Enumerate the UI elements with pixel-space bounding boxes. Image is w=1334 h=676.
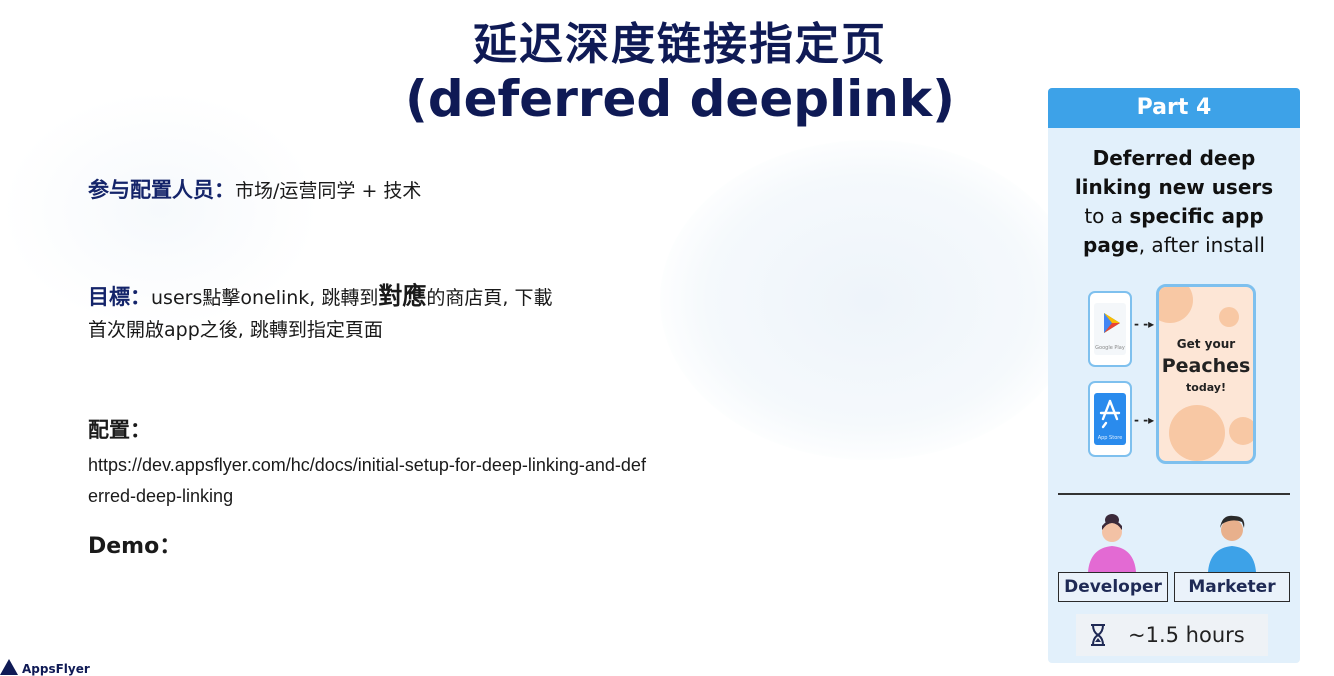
info-card: Part 4 Deferred deep linking new users t… <box>1048 88 1300 663</box>
app-store-icon: App Store <box>1088 381 1132 457</box>
participants-value: 市场/运营同学 + 技术 <box>235 180 422 202</box>
peach-icon <box>1169 405 1225 461</box>
goal-block: 目標：users點擊onelink, 跳轉到對應的商店頁, 下載 首次開啟app… <box>88 280 668 346</box>
phone-text-line3: today! <box>1186 381 1226 394</box>
goal-line1-emph: 對應 <box>378 282 427 310</box>
desc-plain1: to a <box>1084 204 1130 228</box>
demo-label: Demo： <box>88 534 182 559</box>
participants-row: 参与配置人员：市场/运营同学 + 技术 <box>88 174 421 204</box>
arrow-icon: - -▸ <box>1134 317 1155 331</box>
developer-avatar <box>1088 514 1136 572</box>
time-estimate: ~1.5 hours <box>1076 614 1268 656</box>
desc-bold4: page <box>1083 233 1139 257</box>
goal-line2: 首次開啟app之後, 跳轉到指定頁面 <box>88 319 383 341</box>
slide-title: 延迟深度链接指定页 <box>473 19 887 70</box>
background-blob <box>660 140 1080 460</box>
card-part-header: Part 4 <box>1048 88 1300 128</box>
desc-bold1: Deferred deep <box>1092 146 1256 170</box>
google-play-icon: Google Play <box>1088 291 1132 367</box>
appsflyer-logo-icon <box>0 659 18 675</box>
arrow-icon: - -▸ <box>1134 413 1155 427</box>
footer-logo-text: AppsFlyer <box>22 662 90 676</box>
participants-label: 参与配置人员： <box>88 178 235 202</box>
developer-label: Developer <box>1058 572 1168 602</box>
card-divider <box>1058 493 1290 495</box>
marketer-label: Marketer <box>1174 572 1290 602</box>
phone-mockup: Get your Peaches today! <box>1156 284 1256 464</box>
peach-icon <box>1159 287 1193 323</box>
app-store-label: App Store <box>1097 435 1123 441</box>
peach-icon <box>1229 417 1253 445</box>
phone-text-line1: Get your <box>1176 337 1236 351</box>
slide-subtitle: (deferred deeplink) <box>404 70 956 128</box>
card-description: Deferred deep linking new users to a spe… <box>1048 144 1300 260</box>
config-label: 配置： <box>88 418 151 442</box>
goal-line1-pre: users點擊onelink, 跳轉到 <box>151 287 379 309</box>
goal-label: 目標： <box>88 285 151 309</box>
phone-text-line2: Peaches <box>1161 355 1251 377</box>
time-text: ~1.5 hours <box>1128 623 1245 647</box>
goal-line1-post: 的商店頁, 下載 <box>426 287 553 309</box>
desc-bold2: linking new users <box>1074 175 1274 199</box>
desc-bold3: specific app <box>1129 204 1264 228</box>
peach-icon <box>1219 307 1239 327</box>
marketer-avatar <box>1208 515 1256 572</box>
hourglass-icon <box>1091 624 1105 646</box>
desc-plain2: , after install <box>1138 233 1265 257</box>
config-url-link[interactable]: https://dev.appsflyer.com/hc/docs/initia… <box>88 450 648 512</box>
google-play-label: Google Play <box>1095 345 1125 351</box>
